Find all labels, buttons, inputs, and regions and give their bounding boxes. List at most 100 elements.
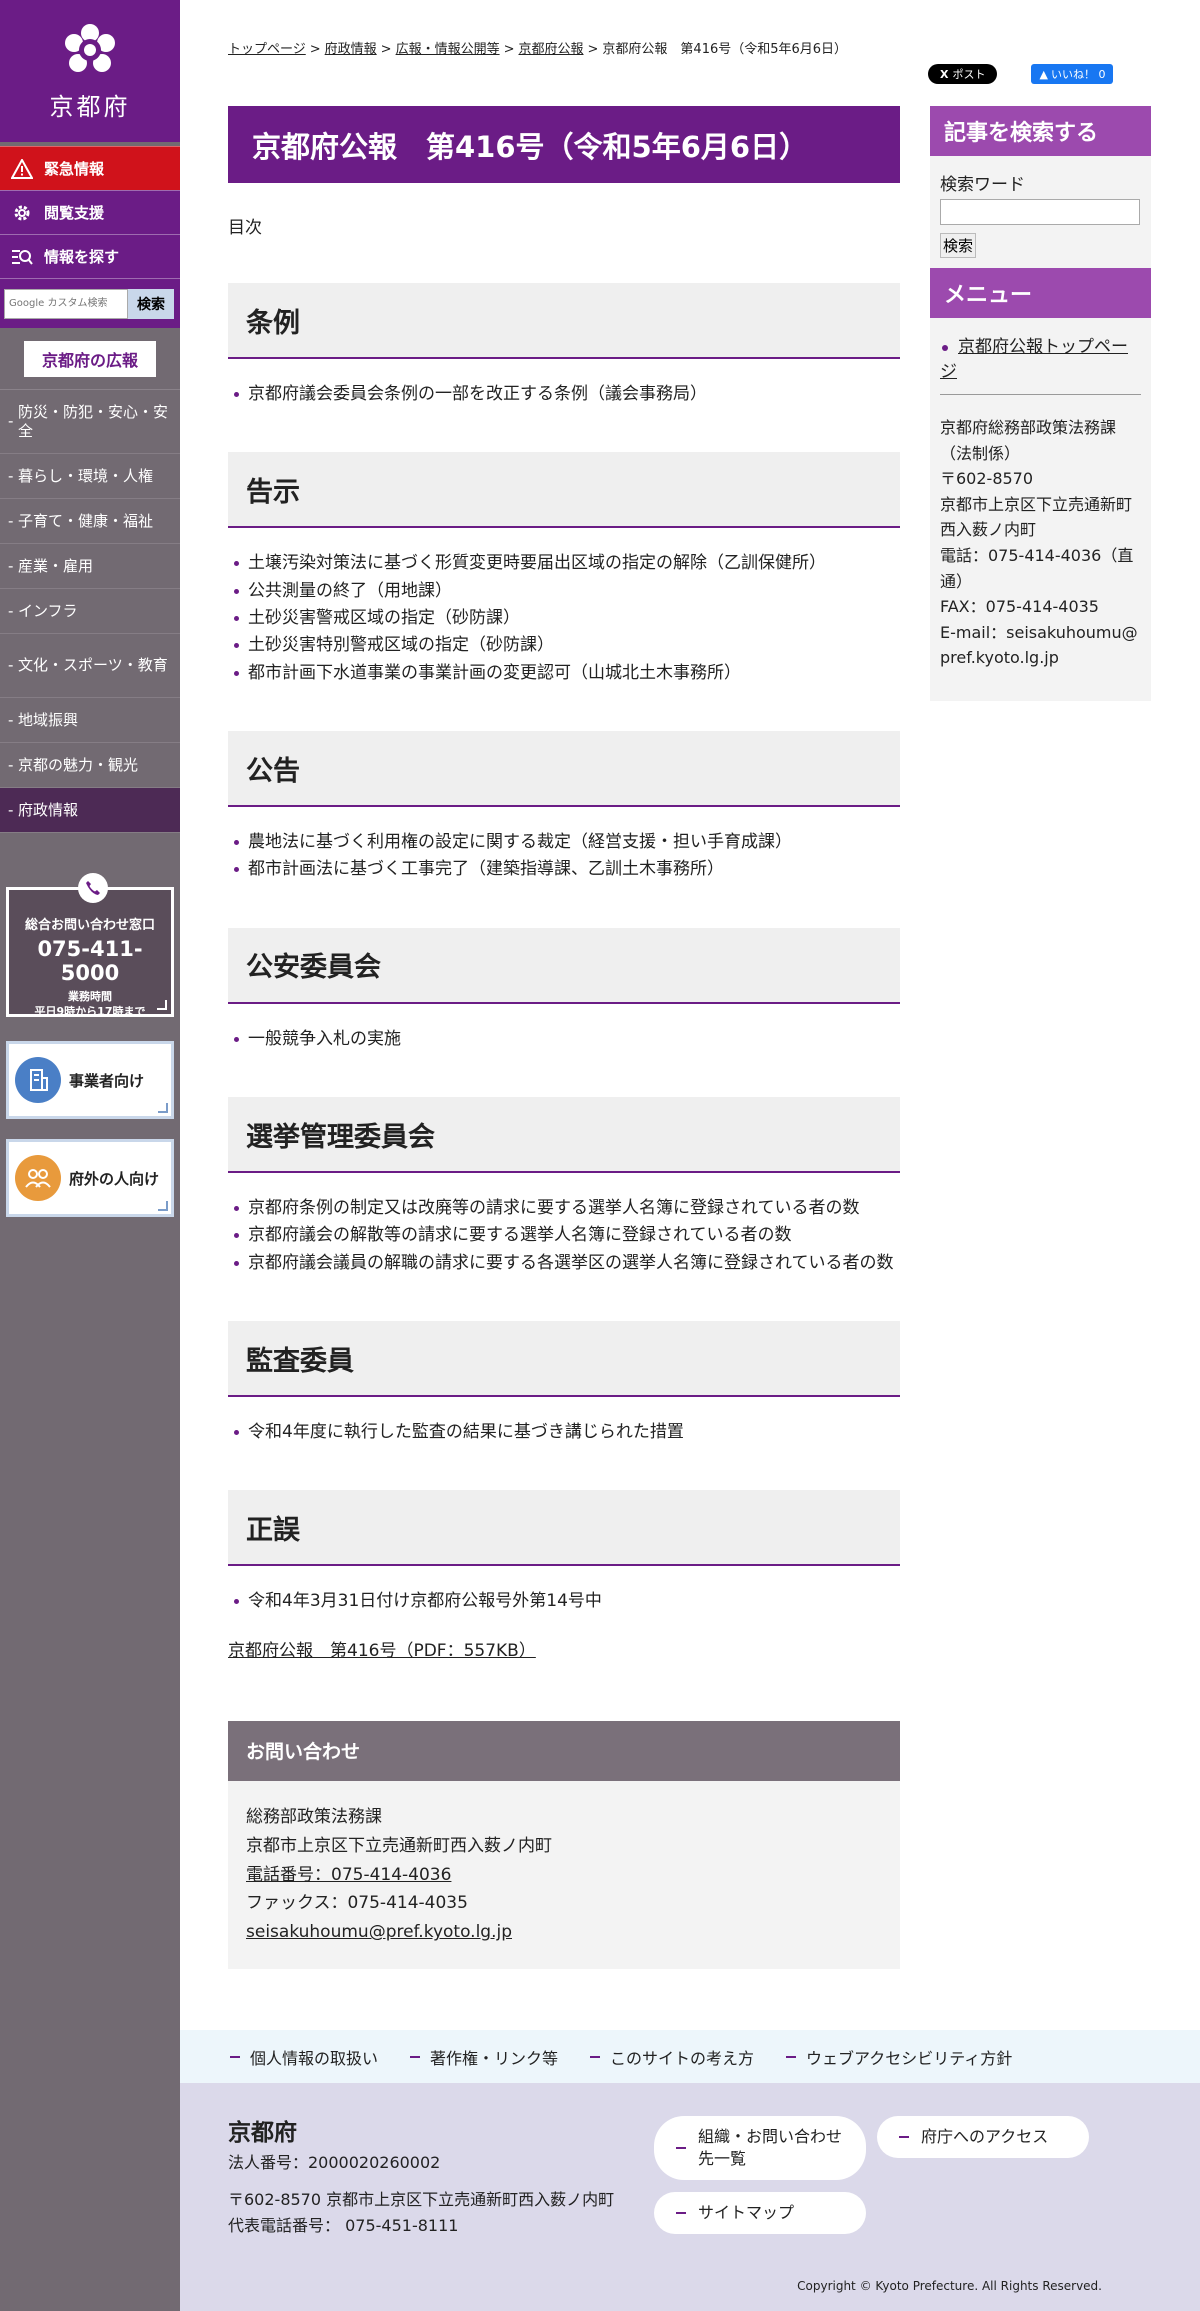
logo-text: 京都府	[49, 92, 131, 121]
footer-phone: 代表電話番号： 075-451-8111	[228, 2216, 459, 2236]
x-logo-icon: X	[940, 67, 949, 81]
pr-section: 京都府の広報	[0, 328, 180, 390]
nav-label: 地域振興	[18, 710, 79, 729]
inquiry-email-link[interactable]: seisakuhoumu@pref.kyoto.lg.jp	[246, 1922, 512, 1942]
inquiry-phone-link[interactable]: 電話番号：075-414-4036	[246, 1865, 451, 1885]
outside-audience-card[interactable]: 府外の人向け	[6, 1139, 174, 1217]
list-item: 農地法に基づく利用権の設定に関する裁定（経営支援・担い手育成課）	[228, 829, 900, 855]
accessibility-support-link[interactable]: 閲覧支援	[0, 190, 180, 234]
section-heading: 監査委員	[228, 1321, 900, 1398]
find-info-link[interactable]: 情報を探す	[0, 234, 180, 278]
building-icon	[15, 1057, 61, 1103]
footer-link-bar: 個人情報の取扱い 著作権・リンク等 このサイトの考え方 ウェブアクセシビリティ方…	[180, 2030, 1200, 2083]
footer-link-copyright[interactable]: 著作権・リンク等	[410, 2045, 558, 2069]
google-search-button[interactable]: 検索	[128, 288, 174, 319]
business-audience-label: 事業者向け	[69, 1071, 145, 1090]
nav-label: 産業・雇用	[18, 556, 94, 575]
footer-link-privacy[interactable]: 個人情報の取扱い	[230, 2045, 378, 2069]
contact-center-box[interactable]: 総合お問い合わせ窓口 075-411-5000 業務時間 平日9時から17時まで	[6, 873, 174, 1018]
section-list: 令和4年3月31日付け京都府公報号外第14号中	[228, 1588, 900, 1614]
nav-item-safety[interactable]: - 防災・防犯・安心・安全	[0, 390, 180, 454]
people-icon	[15, 1155, 61, 1201]
nav-item-government[interactable]: - 府政情報	[0, 788, 180, 833]
section-heading: 条例	[228, 283, 900, 359]
inquiry-dept: 総務部政策法務課	[246, 1806, 382, 1827]
search-word-label: 検索ワード	[940, 175, 1025, 195]
nav-item-living[interactable]: - 暮らし・環境・人権	[0, 454, 180, 499]
gazette-top-link[interactable]: 京都府公報トップページ	[940, 337, 1128, 382]
footer-corp-number: 法人番号：2000020260002	[228, 2153, 441, 2172]
org-contact-list-button[interactable]: 組織・お問い合わせ先一覧	[654, 2116, 866, 2180]
sitemap-button[interactable]: サイトマップ	[654, 2192, 866, 2234]
breadcrumb-sep: >	[587, 42, 599, 57]
toc-label: 目次	[228, 218, 262, 238]
contact-label: 総合お問い合わせ窓口	[24, 918, 155, 933]
inquiry-body: 総務部政策法務課 京都市上京区下立売通新町西入薮ノ内町 電話番号：075-414…	[228, 1780, 900, 1970]
dept-line: 京都府総務部政策法務課（法制係）	[940, 418, 1117, 463]
category-nav: - 防災・防犯・安心・安全 - 暮らし・環境・人権 - 子育て・健康・福祉 - 産業・雇…	[0, 390, 180, 833]
warning-icon	[10, 157, 34, 181]
article-search-heading: 記事を検索する	[930, 106, 1151, 156]
section-heading: 公安委員会	[228, 927, 900, 1004]
pr-button[interactable]: 京都府の広報	[23, 340, 156, 377]
section-list: 令和4年度に執行した監査の結果に基づき講じられた措置	[228, 1419, 900, 1445]
x-post-label: ポスト	[952, 68, 986, 81]
dept-line: 京都市上京区下立売通新町西入薮ノ内町	[940, 494, 1133, 540]
article-search-form: 検索ワード 検索	[930, 156, 1151, 268]
google-search-input[interactable]	[4, 288, 128, 319]
emergency-info-link[interactable]: 緊急情報	[0, 146, 180, 190]
kyoto-emblem-icon	[65, 23, 115, 72]
footer-address: 〒602-8570 京都市上京区下立売通新町西入薮ノ内町	[228, 2190, 615, 2209]
list-item: 一般競争入札の実施	[228, 1026, 900, 1052]
nav-item-tourism[interactable]: - 京都の魅力・観光	[0, 743, 180, 788]
dept-line: FAX：075-414-4035	[940, 597, 1099, 617]
hours-title: 業務時間	[68, 990, 112, 1003]
nav-label: 文化・スポーツ・教育	[18, 656, 168, 675]
nav-item-culture[interactable]: - 文化・スポーツ・教育	[0, 634, 180, 698]
breadcrumb-sep: >	[503, 42, 515, 57]
section-list: 京都府条例の制定又は改廃等の請求に要する選挙人名簿に登録されている者の数 京都府…	[228, 1195, 900, 1276]
breadcrumb-sep: >	[380, 42, 392, 57]
breadcrumb-link-gazette[interactable]: 京都府公報	[519, 42, 584, 57]
nav-label: 府政情報	[18, 800, 79, 819]
dept-line: 電話：075-414-4036（直通）	[940, 545, 1134, 591]
breadcrumb-link-pr[interactable]: 広報・情報公開等	[396, 42, 500, 57]
footer-link-accessibility[interactable]: ウェブアクセシビリティ方針	[786, 2045, 1012, 2069]
breadcrumb-link-top[interactable]: トップページ	[228, 42, 306, 57]
section-list: 土壌汚染対策法に基づく形質変更時要届出区域の指定の解除（乙訓保健所） 公共測量の…	[228, 550, 900, 686]
footer: 京都府 法人番号：2000020260002 〒602-8570 京都市上京区下…	[180, 2083, 1200, 2311]
nav-label: 防災・防犯・安心・安全	[18, 402, 169, 440]
nav-item-infra[interactable]: - インフラ	[0, 589, 180, 634]
menu-heading: メニュー	[930, 268, 1151, 318]
article-search-input[interactable]	[940, 199, 1140, 225]
access-button[interactable]: 府庁へのアクセス	[877, 2116, 1089, 2158]
section-heading: 告示	[228, 452, 900, 529]
footer-link-policy[interactable]: このサイトの考え方	[590, 2045, 754, 2069]
x-post-button[interactable]: X ポスト	[928, 64, 998, 84]
section-heading: 公告	[228, 731, 900, 808]
pdf-download-link[interactable]: 京都府公報 第416号（PDF：557KB）	[228, 1636, 536, 1661]
nav-item-region[interactable]: - 地域振興	[0, 698, 180, 743]
button-label: 組織・お問い合わせ先一覧	[698, 2126, 843, 2168]
nav-label: 京都の魅力・観光	[18, 755, 139, 774]
list-item: 土砂災害警戒区域の指定（砂防課）	[228, 605, 900, 631]
corner-arrow-icon	[158, 1103, 168, 1113]
fb-like-button[interactable]: ▲ いいね！ 0	[1031, 64, 1114, 84]
nav-item-industry[interactable]: - 産業・雇用	[0, 544, 180, 589]
list-item: 都市計画下水道事業の事業計画の変更認可（山城北土木事務所）	[228, 660, 900, 686]
breadcrumb-link-government[interactable]: 府政情報	[325, 42, 377, 57]
article-search-button[interactable]: 検索	[940, 233, 977, 258]
corner-arrow-icon	[158, 1201, 168, 1211]
list-item: 京都府議会の解散等の請求に要する選挙人名簿に登録されている者の数	[228, 1222, 900, 1248]
gear-icon	[10, 201, 34, 225]
emergency-label: 緊急情報	[44, 160, 105, 178]
list-item: 公共測量の終了（用地課）	[228, 578, 900, 604]
business-audience-card[interactable]: 事業者向け	[6, 1041, 174, 1119]
site-logo[interactable]: 京都府	[0, 0, 180, 142]
button-label: サイトマップ	[698, 2202, 795, 2222]
department-info: 京都府総務部政策法務課（法制係） 〒602-8570 京都市上京区下立売通新町西…	[930, 395, 1151, 701]
nav-item-childcare[interactable]: - 子育て・健康・福祉	[0, 499, 180, 544]
outside-audience-label: 府外の人向け	[69, 1169, 160, 1188]
copyright: Copyright © Kyoto Prefecture. All Rights…	[797, 2279, 1102, 2293]
social-buttons: X ポスト ▲ いいね！ 0	[928, 64, 1114, 84]
